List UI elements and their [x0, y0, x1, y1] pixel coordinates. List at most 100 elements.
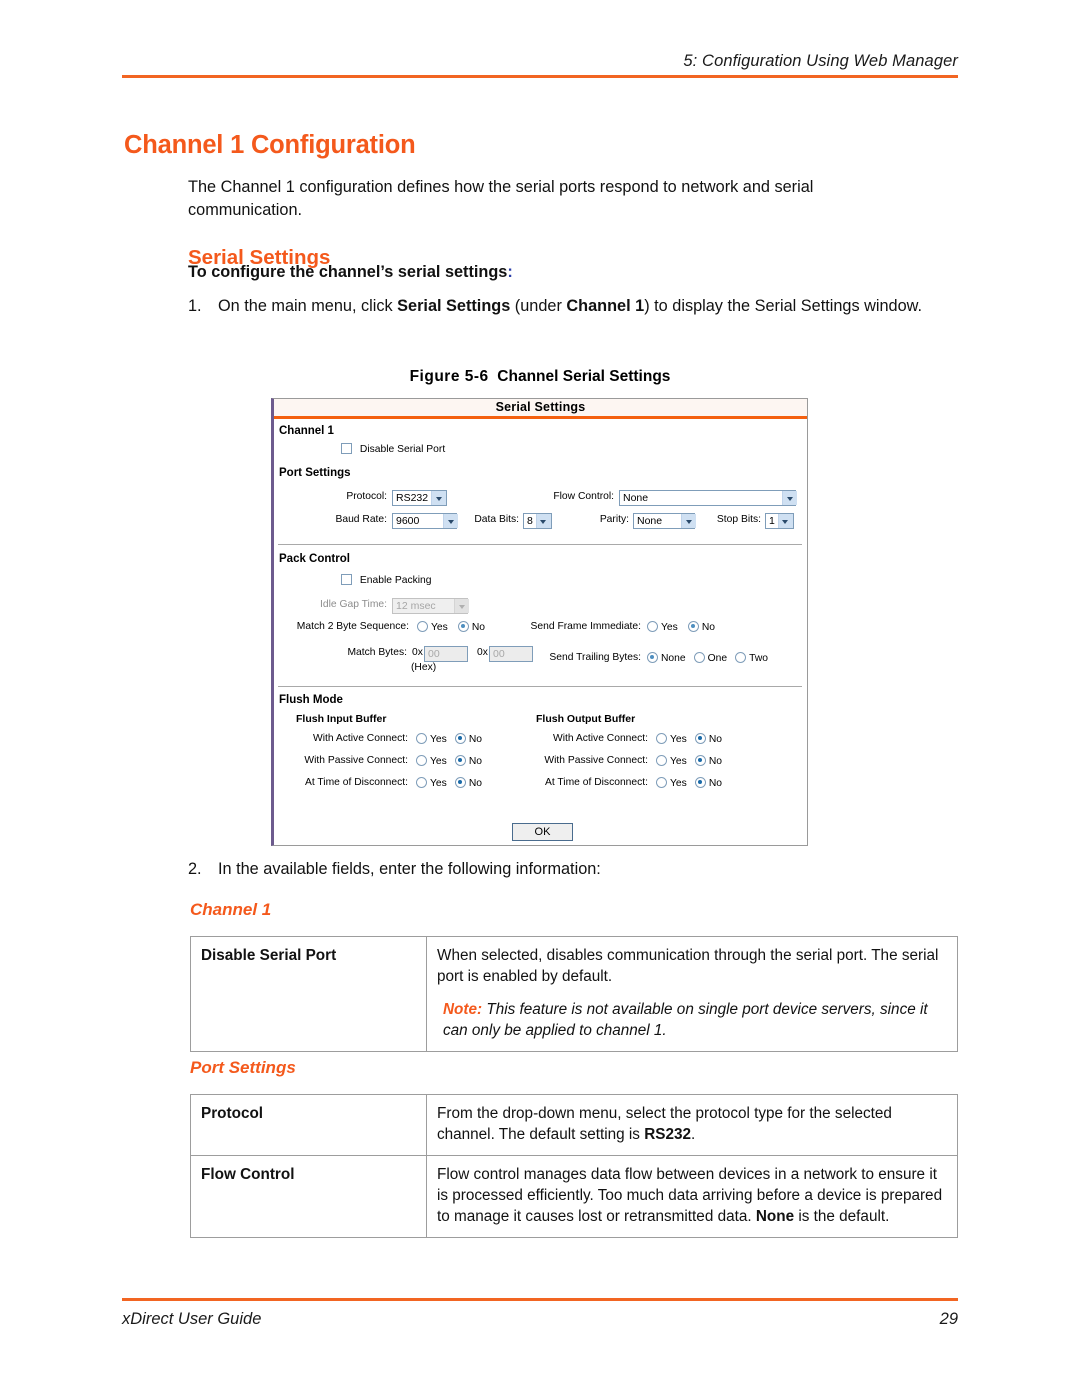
flush-output-row-1-radio-no[interactable] [694, 755, 706, 766]
match-2-byte-sequence-option-no: No [471, 622, 485, 633]
divider-pack-control [278, 686, 802, 687]
flush-output-row-1-label: With Passive Connect: [544, 755, 648, 766]
flush-input-row-2-option-yes: Yes [430, 778, 447, 789]
table-channel-1: Disable Serial Port When selected, disab… [190, 936, 958, 1052]
disable-serial-port-checkbox[interactable] [341, 443, 352, 454]
flush-input-row-1-radiogroup[interactable]: Yes No [416, 755, 482, 767]
row-desc-protocol: From the drop-down menu, select the prot… [426, 1094, 958, 1156]
idle-gap-time-select-box: 12 msec [392, 598, 469, 614]
stop-bits-select[interactable]: 1 [765, 510, 794, 529]
match-2-byte-sequence-radio-yes[interactable] [417, 621, 428, 632]
row-desc-text: When selected, disables communication th… [437, 947, 939, 985]
flush-output-row-2-label: At Time of Disconnect: [544, 777, 648, 788]
stop-bits-label: Stop Bits: [716, 514, 761, 525]
flush-input-row-1-radio-yes[interactable] [416, 755, 427, 766]
flush-input-row-1-radio-no[interactable] [454, 755, 466, 766]
send-trailing-bytes-radio-two[interactable] [735, 652, 747, 663]
divider-port-settings [278, 544, 802, 545]
disable-serial-port-label: Disable Serial Port [359, 444, 446, 455]
flush-output-row-2-radiogroup[interactable]: Yes No [656, 777, 722, 789]
flush-output-row-1-radio-yes[interactable] [656, 755, 667, 766]
match-bytes-input-1-box[interactable]: 00 [424, 646, 468, 662]
idle-gap-time-value: 12 msec [396, 600, 436, 612]
ok-button[interactable]: OK [511, 823, 574, 841]
row-desc-flow-control: Flow control manages data flow between d… [426, 1155, 958, 1238]
flush-output-row-0-radio-no[interactable] [694, 733, 706, 744]
flush-output-row-0-option-no: No [708, 734, 722, 745]
table-group-title-port-settings: Port Settings [190, 1058, 296, 1077]
row-desc-part-2: . [691, 1126, 696, 1143]
stop-bits-select-box[interactable]: 1 [765, 513, 794, 529]
flow-control-select[interactable]: None [619, 487, 797, 506]
data-bits-select[interactable]: 8 [523, 510, 552, 529]
table-row: Disable Serial Port When selected, disab… [190, 936, 958, 1052]
running-head-text: 5: Configuration Using Web Manager [683, 52, 958, 70]
flush-input-row-2-radio-yes[interactable] [416, 777, 427, 788]
step-2-text: In the available fields, enter the follo… [218, 860, 601, 878]
flush-output-row-2-option-yes: Yes [670, 778, 687, 789]
flush-output-row-0-radiogroup[interactable]: Yes No [656, 733, 722, 745]
send-frame-immediate-radio-no[interactable] [687, 621, 699, 632]
step-1-text: On the main menu, click Serial Settings … [218, 295, 928, 318]
flush-output-row-2-option-no: No [708, 778, 722, 789]
chevron-down-icon[interactable] [782, 491, 797, 505]
step-1: 1. On the main menu, click Serial Settin… [188, 295, 928, 318]
flush-output-row-0-radio-yes[interactable] [656, 733, 667, 744]
subheading-flush-input-buffer: Flush Input Buffer [296, 713, 387, 725]
chevron-down-icon[interactable] [681, 514, 696, 528]
send-trailing-bytes-radio-none[interactable] [647, 652, 658, 663]
flow-control-select-box[interactable]: None [619, 490, 797, 506]
footer-row: xDirect User Guide 29 [122, 1310, 958, 1329]
footer-page-number: 29 [939, 1309, 958, 1328]
enable-packing-checkbox[interactable] [341, 574, 352, 585]
table-row: Flow Control Flow control manages data f… [190, 1155, 958, 1238]
protocol-select-box[interactable]: RS232 [392, 490, 448, 506]
note-text: This feature is not available on single … [443, 1001, 928, 1039]
table-port-settings: Protocol From the drop-down menu, select… [190, 1094, 958, 1238]
match-bytes-hex-note: (Hex) [411, 662, 437, 673]
task-heading-text: To configure the channel’s serial settin… [188, 263, 508, 281]
serial-settings-window: Serial Settings Channel 1 Disable Serial… [271, 398, 808, 846]
enable-packing-field[interactable]: Enable Packing [341, 574, 431, 586]
table-row: Protocol From the drop-down menu, select… [190, 1094, 958, 1156]
disable-serial-port-field[interactable]: Disable Serial Port [341, 443, 445, 455]
match-2-byte-sequence-radiogroup[interactable]: Yes No [417, 621, 485, 633]
flush-input-row-1-option-no: No [468, 756, 482, 767]
chevron-down-icon[interactable] [431, 491, 447, 505]
flush-output-row-2-radio-no[interactable] [694, 777, 706, 788]
parity-select-box[interactable]: None [633, 513, 696, 529]
flush-input-row-2-radiogroup[interactable]: Yes No [416, 777, 482, 789]
chevron-down-icon[interactable] [777, 514, 793, 528]
parity-select[interactable]: None [633, 510, 696, 529]
group-heading-flush-mode: Flush Mode [279, 694, 343, 706]
group-heading-channel-1: Channel 1 [279, 425, 334, 437]
send-trailing-bytes-option-one: One [707, 653, 728, 664]
send-trailing-bytes-radiogroup[interactable]: None One Two [647, 652, 768, 664]
idle-gap-time-label: Idle Gap Time: [320, 599, 387, 610]
header-rule [122, 75, 958, 78]
match-bytes-input-1[interactable]: 00 [424, 644, 468, 662]
enable-packing-label: Enable Packing [359, 575, 432, 586]
subheading-flush-output-buffer: Flush Output Buffer [536, 713, 636, 725]
flush-input-row-2-radio-no[interactable] [454, 777, 466, 788]
protocol-select[interactable]: RS232 [392, 487, 448, 506]
chevron-down-icon[interactable] [535, 514, 551, 528]
data-bits-label: Data Bits: [474, 514, 519, 525]
flush-input-row-0-radio-yes[interactable] [416, 733, 427, 744]
intro-paragraph: The Channel 1 configuration defines how … [188, 178, 814, 220]
send-trailing-bytes-radio-one[interactable] [693, 652, 705, 663]
flush-input-row-2-option-no: No [468, 778, 482, 789]
chevron-down-icon [454, 599, 469, 613]
protocol-label: Protocol: [346, 491, 387, 502]
row-note: Note: This feature is not available on s… [437, 999, 947, 1041]
flush-input-row-0-radiogroup[interactable]: Yes No [416, 733, 482, 745]
data-bits-select-box[interactable]: 8 [523, 513, 552, 529]
flush-input-row-0-radio-no[interactable] [454, 733, 466, 744]
flush-output-row-2-radio-yes[interactable] [656, 777, 667, 788]
match-2-byte-sequence-radio-no[interactable] [457, 621, 469, 632]
send-frame-immediate-radio-yes[interactable] [647, 621, 658, 632]
flush-input-row-1-label: With Passive Connect: [304, 755, 408, 766]
send-frame-immediate-radiogroup[interactable]: Yes No [647, 621, 715, 633]
protocol-value: RS232 [396, 492, 429, 504]
flush-output-row-1-radiogroup[interactable]: Yes No [656, 755, 722, 767]
